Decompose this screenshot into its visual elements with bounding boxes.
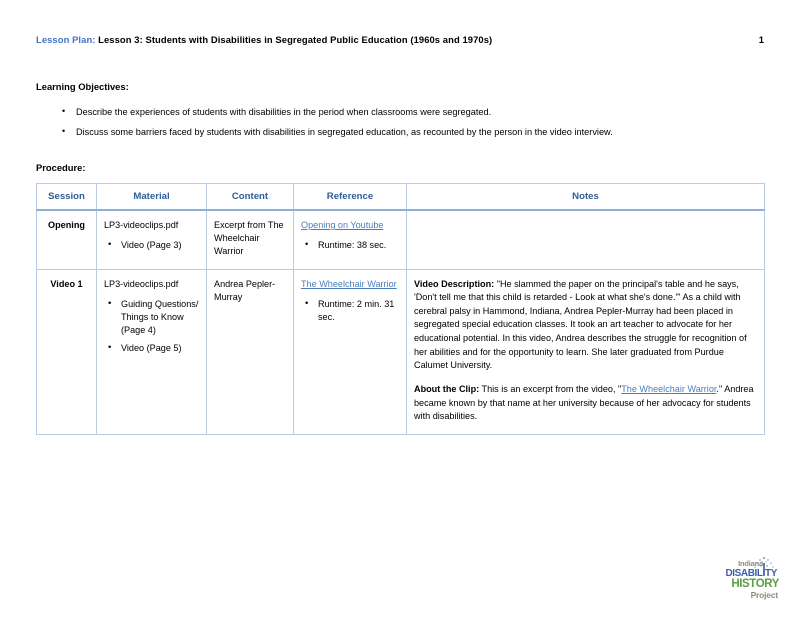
logo-line-disability: DISABILITY xyxy=(725,567,777,579)
cell-content: Excerpt from The Wheelchair Warrior xyxy=(206,209,294,270)
cell-notes: Video Description: "He slammed the paper… xyxy=(406,268,765,435)
list-item: Video (Page 5) xyxy=(104,341,199,355)
column-header-session: Session xyxy=(36,183,97,211)
reference-link-the-wheelchair-warrior[interactable]: The Wheelchair Warrior xyxy=(301,279,397,289)
cell-material: LP3-videoclips.pdf Guiding Questions/ Th… xyxy=(96,268,207,435)
notes-about-the-clip-text-before: This is an excerpt from the video, " xyxy=(479,384,622,394)
indiana-disability-history-project-logo: Indiana DISABILITY HISTORY Project xyxy=(703,556,779,604)
material-filename: LP3-videoclips.pdf xyxy=(104,220,179,230)
page-number: 1 xyxy=(758,34,764,45)
document-page: Lesson Plan: Lesson 3: Students with Dis… xyxy=(0,0,800,618)
reference-link-opening-on-youtube[interactable]: Opening on Youtube xyxy=(301,220,383,230)
procedure-table: Session Material Content Reference Notes… xyxy=(36,183,765,435)
list-item: Describe the experiences of students wit… xyxy=(36,107,766,117)
logo-wordmark: Indiana DISABILITY HISTORY Project xyxy=(703,560,779,600)
notes-inline-link-the-wheelchair-warrior[interactable]: The Wheelchair Warrior xyxy=(621,384,716,394)
cell-reference: The Wheelchair Warrior Runtime: 2 min. 3… xyxy=(293,268,407,435)
column-header-notes: Notes xyxy=(406,183,765,211)
list-item: Discuss some barriers faced by students … xyxy=(36,127,766,137)
reference-item-list: Runtime: 2 min. 31 sec. xyxy=(301,297,399,324)
material-filename: LP3-videoclips.pdf xyxy=(104,278,179,289)
learning-objectives-list: Describe the experiences of students wit… xyxy=(36,107,766,148)
list-item: Runtime: 2 min. 31 sec. xyxy=(301,297,399,324)
notes-video-description-label: Video Description: xyxy=(414,278,495,289)
header-title-line: Lesson Plan: Lesson 3: Students with Dis… xyxy=(36,34,492,45)
material-item-list: Guiding Questions/ Things to Know (Page … xyxy=(104,297,199,356)
cell-material: LP3-videoclips.pdf Video (Page 3) xyxy=(96,209,207,270)
table-row: Opening LP3-videoclips.pdf Video (Page 3… xyxy=(36,209,765,270)
cell-notes xyxy=(406,209,765,270)
table-row: Video 1 LP3-videoclips.pdf Guiding Quest… xyxy=(36,268,765,435)
header-lesson-title: Lesson 3: Students with Disabilities in … xyxy=(95,34,493,45)
cell-session: Video 1 xyxy=(36,268,97,435)
cell-session: Opening xyxy=(36,209,97,270)
table-header-row: Session Material Content Reference Notes xyxy=(36,183,765,211)
reference-item-list: Runtime: 38 sec. xyxy=(301,238,399,252)
table-body: Opening LP3-videoclips.pdf Video (Page 3… xyxy=(36,209,765,435)
column-header-content: Content xyxy=(206,183,294,211)
header-lesson-plan-label: Lesson Plan: xyxy=(36,34,96,45)
material-item-list: Video (Page 3) xyxy=(104,238,199,252)
learning-objectives-heading: Learning Objectives: xyxy=(36,81,129,92)
notes-about-the-clip: About the Clip: This is an excerpt from … xyxy=(414,383,757,424)
notes-video-description-text: "He slammed the paper on the principal's… xyxy=(414,278,747,371)
logo-line-project: Project xyxy=(750,590,779,600)
list-item: Runtime: 38 sec. xyxy=(301,238,399,252)
logo-line-indiana: Indiana xyxy=(738,559,763,568)
column-header-reference: Reference xyxy=(293,183,407,211)
cell-content: Andrea Pepler-Murray xyxy=(206,268,294,435)
logo-line-history: HISTORY xyxy=(731,577,779,590)
cell-reference: Opening on Youtube Runtime: 38 sec. xyxy=(293,209,407,270)
document-header: Lesson Plan: Lesson 3: Students with Dis… xyxy=(36,34,764,45)
procedure-heading: Procedure: xyxy=(36,162,86,173)
notes-video-description: Video Description: "He slammed the paper… xyxy=(414,278,757,373)
list-item: Video (Page 3) xyxy=(104,238,199,252)
table-header: Session Material Content Reference Notes xyxy=(36,183,765,211)
column-header-material: Material xyxy=(96,183,207,211)
list-item: Guiding Questions/ Things to Know (Page … xyxy=(104,297,199,338)
notes-about-the-clip-label: About the Clip: xyxy=(414,384,480,394)
